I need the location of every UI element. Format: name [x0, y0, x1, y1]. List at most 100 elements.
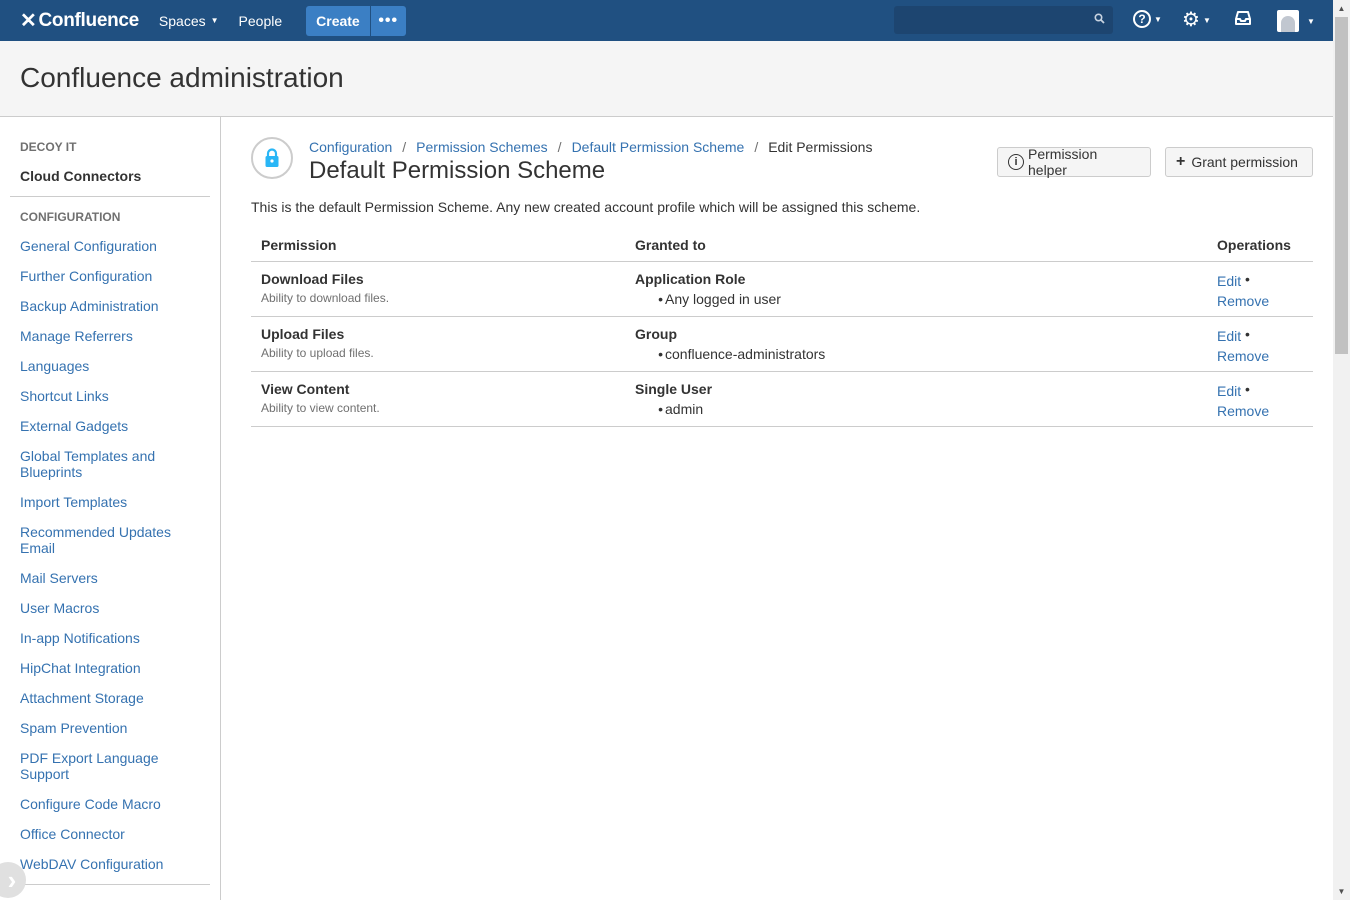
sidebar-item-backup-administration[interactable]: Backup Administration: [20, 298, 200, 314]
table-header: Permission Granted to Operations: [251, 229, 1313, 262]
grant-type: Group: [635, 326, 677, 342]
remove-link[interactable]: Remove: [1217, 346, 1269, 366]
plus-icon: +: [1176, 153, 1186, 170]
breadcrumb-default-permission-scheme[interactable]: Default Permission Scheme: [572, 139, 745, 155]
people-link[interactable]: People: [239, 13, 283, 29]
op-separator: •: [1245, 271, 1250, 287]
sidebar-item-global-templates[interactable]: Global Templates and Blueprints: [20, 448, 170, 480]
sidebar-item-user-macros[interactable]: User Macros: [20, 600, 200, 616]
column-header-operations: Operations: [1217, 237, 1291, 253]
sidebar-item-import-templates[interactable]: Import Templates: [20, 494, 200, 510]
edit-link[interactable]: Edit: [1217, 381, 1269, 401]
column-header-permission: Permission: [261, 237, 337, 253]
notifications-button[interactable]: [1234, 10, 1252, 29]
search-input[interactable]: [894, 6, 1113, 34]
breadcrumb-separator: /: [557, 139, 562, 155]
more-create-button[interactable]: •••: [369, 5, 406, 36]
chevron-down-icon: ▼: [1154, 14, 1162, 24]
permission-name: Download Files: [261, 271, 364, 287]
sidebar-item-spam-prevention[interactable]: Spam Prevention: [20, 720, 200, 736]
op-separator: •: [1245, 381, 1250, 397]
sidebar-item-hipchat-integration[interactable]: HipChat Integration: [20, 660, 200, 676]
chevron-down-icon: ▼: [1202, 15, 1211, 25]
info-icon: i: [1008, 154, 1024, 170]
lock-icon: [251, 137, 293, 179]
spaces-label: Spaces: [158, 12, 206, 29]
permission-name: Upload Files: [261, 326, 345, 342]
permission-name: View Content: [261, 381, 350, 397]
sidebar-item-further-configuration[interactable]: Further Configuration: [20, 268, 200, 284]
breadcrumb-configuration[interactable]: Configuration: [309, 139, 392, 155]
edit-link[interactable]: Edit: [1217, 326, 1269, 346]
permission-description: Ability to download files.: [261, 291, 390, 305]
page-header-title: Confluence administration: [20, 62, 344, 93]
sidebar-item-languages[interactable]: Languages: [20, 358, 200, 374]
grant-type: Single User: [635, 381, 713, 397]
settings-menu[interactable]: ⚙ ▼: [1182, 10, 1211, 30]
breadcrumb-permission-schemes[interactable]: Permission Schemes: [416, 139, 548, 155]
grant-permission-button[interactable]: + Grant permission: [1165, 147, 1313, 177]
inbox-icon: [1234, 10, 1252, 29]
permission-description: Ability to upload files.: [261, 346, 374, 360]
sidebar-item-external-gadgets[interactable]: External Gadgets: [20, 418, 200, 434]
breadcrumb: Configuration / Permission Schemes / Def…: [309, 139, 872, 155]
op-separator: •: [1245, 326, 1250, 342]
table-row: View Content Ability to view content. Si…: [251, 372, 1313, 427]
permission-helper-label: Permission helper: [1028, 146, 1098, 178]
grant-permission-label: Grant permission: [1191, 154, 1298, 170]
sidebar-divider: [10, 884, 210, 885]
avatar: [1277, 10, 1299, 32]
table-row: Download Files Ability to download files…: [251, 262, 1313, 317]
user-menu[interactable]: ▼: [1277, 10, 1315, 32]
admin-header: Confluence administration: [0, 41, 1333, 117]
permission-helper-button[interactable]: i Permission helper: [997, 146, 1151, 178]
scrollbar[interactable]: ▲ ▼: [1333, 0, 1350, 900]
edit-link[interactable]: Edit: [1217, 271, 1269, 291]
scheme-description: This is the default Permission Scheme. A…: [251, 199, 921, 215]
page-title: Default Permission Scheme: [309, 157, 606, 184]
breadcrumb-separator: /: [754, 139, 759, 155]
spaces-menu[interactable]: Spaces ▼: [159, 13, 219, 29]
sidebar-item-in-app-notifications[interactable]: In-app Notifications: [20, 630, 200, 646]
grant-value: admin: [635, 401, 712, 417]
chevron-right-icon: ›: [7, 864, 17, 895]
confluence-logo[interactable]: ✕ Confluence: [20, 8, 139, 33]
confluence-logo-icon: ✕: [20, 10, 37, 32]
sidebar-item-pdf-export-language[interactable]: PDF Export Language Support: [20, 750, 170, 782]
breadcrumb-separator: /: [402, 139, 407, 155]
sidebar-item-general-configuration[interactable]: General Configuration: [20, 238, 200, 254]
permissions-table: Permission Granted to Operations Downloa…: [251, 229, 1313, 427]
sidebar-item-mail-servers[interactable]: Mail Servers: [20, 570, 200, 586]
permission-description: Ability to view content.: [261, 401, 380, 415]
sidebar-item-shortcut-links[interactable]: Shortcut Links: [20, 388, 200, 404]
gear-icon: ⚙: [1182, 9, 1200, 31]
grant-value: Any logged in user: [635, 291, 781, 307]
sidebar-divider: [10, 196, 210, 197]
scroll-down-icon[interactable]: ▼: [1333, 883, 1350, 900]
help-icon: ?: [1133, 10, 1151, 28]
scroll-up-icon[interactable]: ▲: [1333, 0, 1350, 17]
grant-value: confluence-administrators: [635, 346, 825, 362]
sidebar-item-manage-referrers[interactable]: Manage Referrers: [20, 328, 200, 344]
admin-sidebar: DECOY IT Cloud Connectors CONFIGURATION …: [0, 117, 221, 900]
logo-text: Confluence: [38, 9, 139, 31]
sidebar-item-attachment-storage[interactable]: Attachment Storage: [20, 690, 200, 706]
remove-link[interactable]: Remove: [1217, 401, 1269, 421]
search-icon: [1094, 13, 1105, 27]
create-button[interactable]: Create: [306, 5, 370, 36]
remove-link[interactable]: Remove: [1217, 291, 1269, 311]
sidebar-item-office-connector[interactable]: Office Connector: [20, 826, 200, 842]
table-row: Upload Files Ability to upload files. Gr…: [251, 317, 1313, 372]
help-menu[interactable]: ? ▼: [1133, 10, 1162, 28]
sidebar-section-heading: CONFIGURATION: [20, 210, 121, 224]
sidebar-item-webdav-configuration[interactable]: WebDAV Configuration: [20, 856, 200, 872]
sidebar-item-cloud-connectors[interactable]: Cloud Connectors: [20, 168, 141, 184]
chevron-down-icon: ▼: [210, 16, 219, 25]
scrollbar-thumb[interactable]: [1335, 17, 1348, 354]
grant-type: Application Role: [635, 271, 746, 287]
top-navigation-bar: ✕ Confluence Spaces ▼ People Create ••• …: [0, 0, 1333, 41]
sidebar-item-recommended-updates-email[interactable]: Recommended Updates Email: [20, 524, 185, 556]
column-header-granted-to: Granted to: [635, 237, 706, 253]
sidebar-item-configure-code-macro[interactable]: Configure Code Macro: [20, 796, 200, 812]
chevron-down-icon: ▼: [1307, 16, 1315, 26]
